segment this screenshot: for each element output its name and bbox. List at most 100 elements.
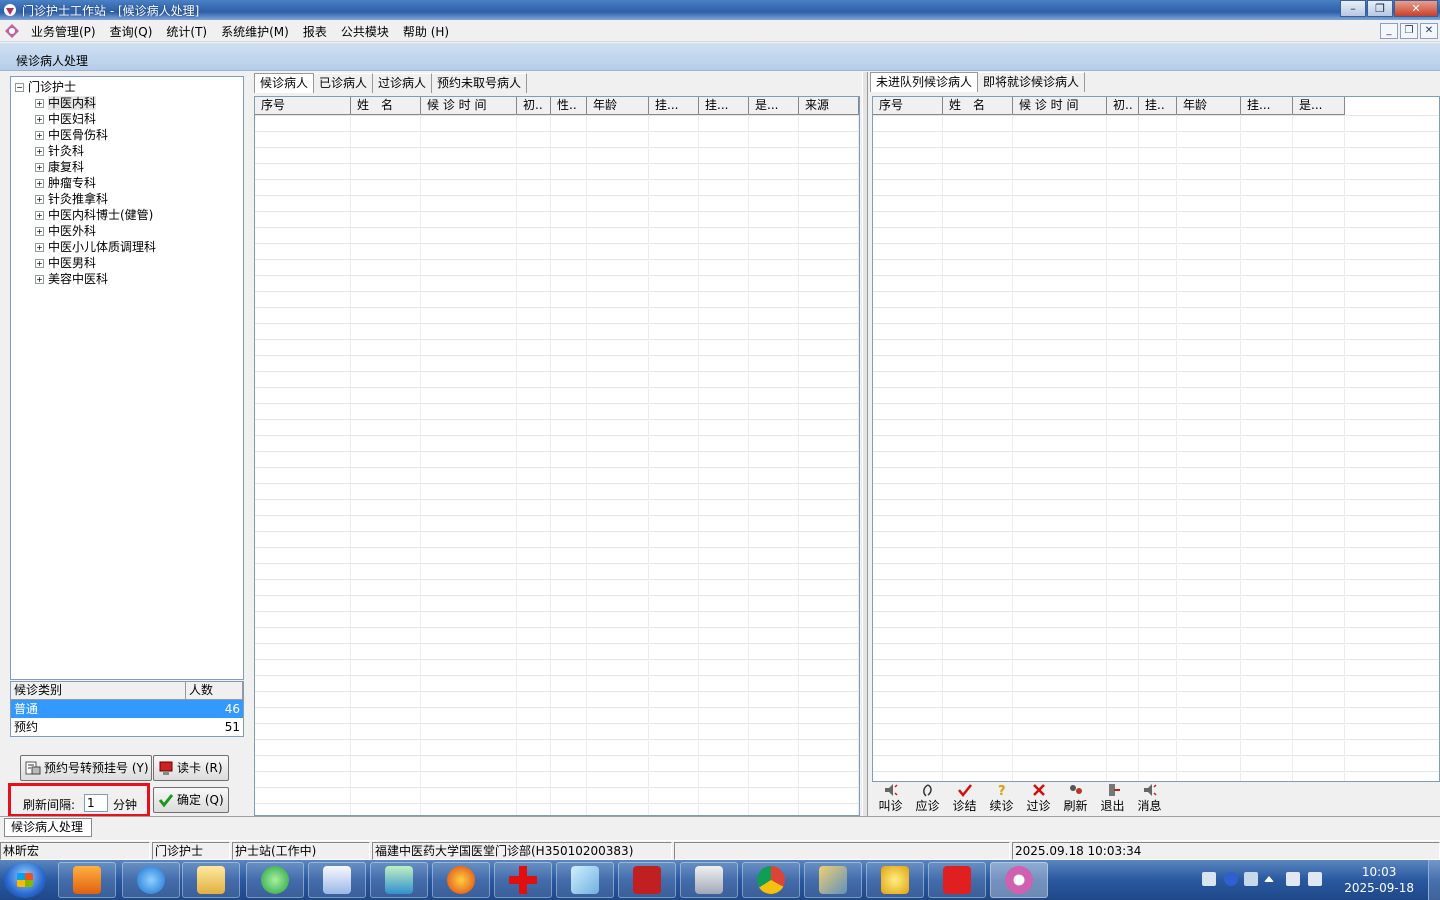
network-icon[interactable] [1308, 872, 1322, 886]
app-yellow-icon[interactable] [866, 862, 924, 898]
expand-icon[interactable]: + [35, 147, 44, 156]
waiting-tab[interactable]: 候诊病人 [254, 73, 315, 93]
toolbar-button[interactable]: 叫诊 [872, 783, 909, 814]
grid-column-header[interactable]: 序号 [873, 97, 943, 115]
menu-item[interactable]: 系统维护(M) [214, 23, 296, 40]
start-button[interactable] [4, 862, 46, 898]
toolbar-button[interactable]: ? 续诊 [983, 783, 1020, 814]
notepad-icon[interactable] [556, 862, 614, 898]
minimize-button[interactable]: – [1340, 0, 1366, 17]
document-tab-waiting[interactable]: 候诊病人处理 [4, 818, 92, 837]
medical-cross-icon[interactable] [494, 862, 552, 898]
mdi-restore-button[interactable]: ❐ [1400, 23, 1418, 39]
volume-muted-icon[interactable] [1286, 872, 1300, 886]
tray-expand-icon[interactable] [1264, 876, 1274, 882]
keyboard-icon[interactable] [1202, 872, 1216, 886]
tree-department-node[interactable]: + 肿瘤专科 [35, 175, 96, 191]
expand-icon[interactable]: + [35, 131, 44, 140]
grid-column-header[interactable]: 姓 名 [943, 97, 1013, 115]
grid-column-header[interactable]: 序号 [255, 97, 351, 115]
grid-column-header[interactable]: 姓 名 [351, 97, 421, 115]
wps-icon[interactable] [928, 862, 986, 898]
category-row[interactable]: 普通 46 [11, 700, 243, 718]
firefox-icon[interactable] [432, 862, 490, 898]
grid-column-header[interactable]: 挂.. [1139, 97, 1177, 115]
expand-icon[interactable]: + [35, 115, 44, 124]
word-icon[interactable] [308, 862, 366, 898]
tray-clock[interactable]: 10:03 2025-09-18 [1344, 864, 1414, 896]
tree-department-node[interactable]: + 中医外科 [35, 223, 96, 239]
toolbar-button[interactable]: 刷新 [1057, 783, 1094, 814]
confirm-button[interactable]: 确定 (Q) [153, 787, 229, 813]
tree-department-node[interactable]: + 针灸科 [35, 143, 84, 159]
tree-department-node[interactable]: + 中医小儿体质调理科 [35, 239, 156, 255]
grid-column-header[interactable]: 是... [749, 97, 799, 115]
grid-column-header[interactable]: 候 诊 时 间 [421, 97, 517, 115]
tree-department-node[interactable]: + 康复科 [35, 159, 84, 175]
grid-column-header[interactable]: 挂... [649, 97, 699, 115]
toolbar-button[interactable]: 应诊 [909, 783, 946, 814]
tree-department-node[interactable]: + 中医妇科 [35, 111, 96, 127]
queue-tab[interactable]: 未进队列候诊病人 [870, 72, 979, 92]
media-player-icon[interactable] [58, 862, 116, 898]
grid-column-header[interactable]: 初.. [1107, 97, 1139, 115]
menu-item[interactable]: 帮助 (H) [396, 23, 456, 40]
expand-icon[interactable]: + [35, 179, 44, 188]
tree-department-node[interactable]: + 美容中医科 [35, 271, 108, 287]
toolbar-button[interactable]: 过诊 [1020, 783, 1057, 814]
tree-root[interactable]: − 门诊护士 [15, 79, 76, 95]
ie-browser-icon[interactable] [122, 862, 180, 898]
browser-360-icon[interactable] [246, 862, 304, 898]
grid-column-header[interactable]: 年龄 [587, 97, 649, 115]
toolbar-button[interactable]: 消息 [1131, 783, 1168, 814]
expand-icon[interactable]: + [35, 99, 44, 108]
appointment-convert-button[interactable]: 预约号转预挂号 (Y) [20, 755, 152, 781]
refresh-interval-input[interactable] [84, 794, 108, 812]
queue-tab[interactable]: 即将就诊候诊病人 [978, 72, 1086, 92]
grid-column-header[interactable]: 性.. [551, 97, 587, 115]
panel-splitter[interactable] [862, 72, 868, 816]
menu-item[interactable]: 公共模块 [334, 23, 396, 40]
collapse-icon[interactable]: − [15, 83, 24, 92]
file-explorer-icon[interactable] [182, 862, 240, 898]
department-tree[interactable]: − 门诊护士 + 中医内科 + 中医妇科 + 中医骨伤科 + 针灸科 + 康复科 + 肿瘤专科 + 针灸推拿… [10, 76, 244, 680]
menu-item[interactable]: 统计(T) [159, 23, 214, 40]
tools-icon[interactable] [804, 862, 862, 898]
expand-icon[interactable]: + [35, 211, 44, 220]
category-header-count[interactable]: 人数 [186, 682, 243, 699]
show-desktop-button[interactable] [1428, 860, 1440, 900]
maximize-button[interactable]: ❐ [1367, 0, 1393, 17]
app-menu-icon[interactable] [4, 23, 20, 39]
filezilla-icon[interactable] [618, 862, 676, 898]
calculator-icon[interactable] [680, 862, 738, 898]
expand-icon[interactable]: + [35, 275, 44, 284]
chrome-icon[interactable] [742, 862, 800, 898]
expand-icon[interactable]: + [35, 243, 44, 252]
nurse-station-app-icon[interactable] [990, 862, 1048, 898]
expand-icon[interactable]: + [35, 163, 44, 172]
mdi-close-button[interactable]: ✕ [1420, 23, 1438, 39]
category-header-name[interactable]: 候诊类别 [11, 682, 186, 699]
help-icon[interactable] [1224, 872, 1238, 886]
grid-column-header[interactable]: 年龄 [1177, 97, 1241, 115]
remote-desktop-icon[interactable] [370, 862, 428, 898]
expand-icon[interactable]: + [35, 195, 44, 204]
read-card-button[interactable]: 读卡 (R) [153, 755, 229, 781]
mdi-minimize-button[interactable]: _ [1380, 23, 1398, 39]
waiting-tab[interactable]: 预约未取号病人 [432, 73, 528, 93]
tree-department-node[interactable]: + 中医男科 [35, 255, 96, 271]
tree-department-node[interactable]: + 针灸推拿科 [35, 191, 108, 207]
toolbar-button[interactable]: 退出 [1094, 783, 1131, 814]
tree-department-node[interactable]: + 中医骨伤科 [35, 127, 108, 143]
tree-department-node[interactable]: + 中医内科 [35, 95, 97, 111]
menu-item[interactable]: 报表 [296, 23, 334, 40]
language-icon[interactable] [1244, 872, 1258, 886]
grid-column-header[interactable]: 来源 [799, 97, 859, 115]
tree-department-node[interactable]: + 中医内科博士(健管) [35, 207, 153, 223]
queue-category-list[interactable]: 候诊类别 人数 普通 46 预约 51 [10, 681, 244, 737]
grid-column-header[interactable]: 候 诊 时 间 [1013, 97, 1107, 115]
category-row[interactable]: 预约 51 [11, 718, 243, 736]
menu-item[interactable]: 查询(Q) [103, 23, 160, 40]
grid-column-header[interactable]: 是... [1293, 97, 1345, 115]
waiting-patients-grid[interactable]: 序号姓 名候 诊 时 间初.. 性.. 年龄 挂... 挂... 是... 来源 [254, 96, 860, 816]
